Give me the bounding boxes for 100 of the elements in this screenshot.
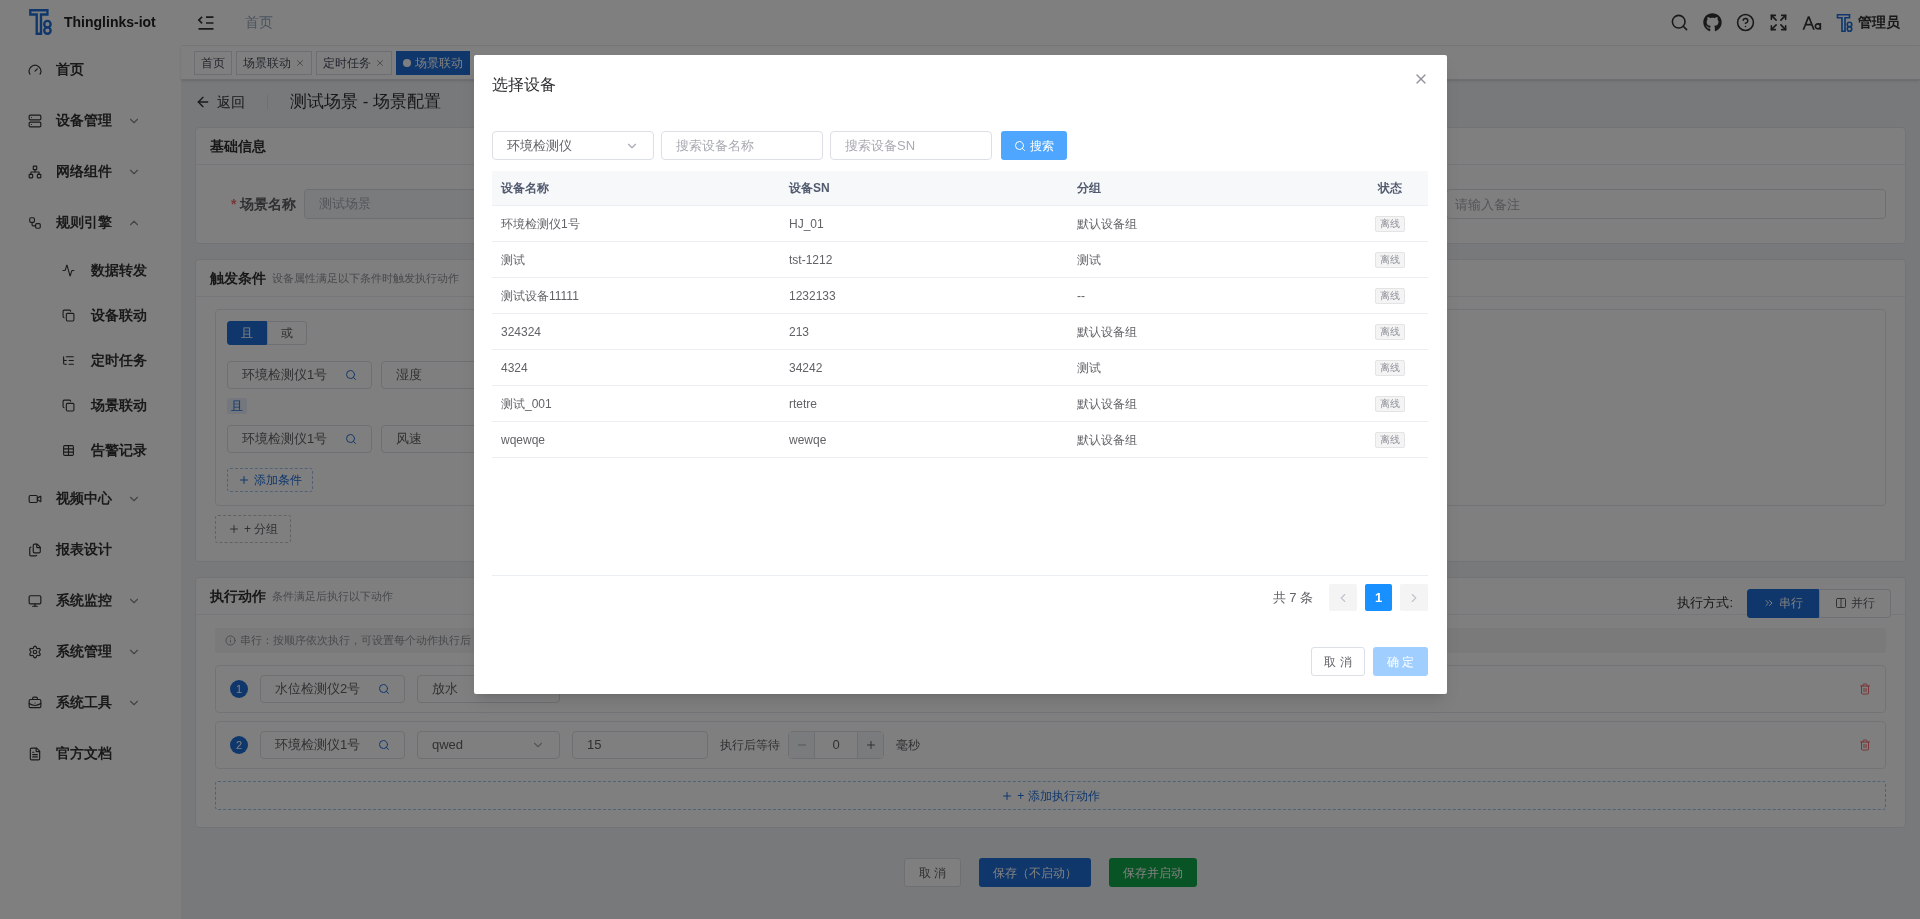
table-cell-text: 213 xyxy=(788,323,811,341)
sidebar-item[interactable]: 定时任务 xyxy=(0,338,181,383)
sidebar-item[interactable]: 首页 xyxy=(0,44,181,95)
table-cell-text: 默认设备组 xyxy=(1076,215,1138,233)
sidebar-item[interactable]: 报表设计 xyxy=(0,524,181,575)
number-stepper[interactable]: 0 xyxy=(788,731,884,759)
text-field[interactable]: 环境检测仪1号 xyxy=(227,361,372,389)
table-cell-text: HJ_01 xyxy=(788,215,825,233)
info-icon xyxy=(225,635,236,646)
save-start-button[interactable]: 保存并启动 xyxy=(1109,858,1198,887)
table-cell-text: 34242 xyxy=(788,359,824,377)
help-icon[interactable] xyxy=(1736,13,1755,32)
text-field[interactable]: 环境检测仪1号 xyxy=(260,731,405,759)
add-condition-button[interactable]: 添加条件 xyxy=(227,468,313,492)
sidebar-item[interactable]: 规则引擎 xyxy=(0,197,181,248)
table-cell-text: 默认设备组 xyxy=(1076,431,1138,449)
text-field[interactable]: 搜索设备名称 xyxy=(661,131,823,160)
server-icon xyxy=(28,113,42,128)
status-tag: 离线 xyxy=(1375,287,1405,304)
close-icon[interactable] xyxy=(375,57,385,68)
text-field[interactable]: 环境检测仪1号 xyxy=(227,425,372,453)
field-label: * 场景名称 xyxy=(231,194,297,214)
search-icon[interactable] xyxy=(1670,13,1689,32)
sidebar-item[interactable]: 设备管理 xyxy=(0,95,181,146)
section-title: 基础信息 xyxy=(210,136,266,156)
close-icon[interactable] xyxy=(295,57,305,68)
table-cell-text: 默认设备组 xyxy=(1076,395,1138,413)
unit-label: 毫秒 xyxy=(896,737,920,754)
page-tab[interactable]: 定时任务 xyxy=(316,50,392,75)
add-group-button[interactable]: + 分组 xyxy=(215,515,292,543)
add-action-button[interactable]: + 添加执行动作 xyxy=(215,781,1886,810)
save-button[interactable]: 保存（不启动） xyxy=(979,858,1092,887)
trash-icon[interactable] xyxy=(1859,683,1871,695)
text-field[interactable]: 搜索设备SN xyxy=(830,131,992,160)
sidebar-item[interactable]: 网络组件 xyxy=(0,146,181,197)
section-title: 触发条件 xyxy=(210,268,266,288)
field-label: 执行方式: xyxy=(1677,594,1733,613)
user-name[interactable]: 管理员 xyxy=(1858,12,1900,33)
settings-icon xyxy=(28,644,42,659)
plus-icon[interactable] xyxy=(857,732,883,758)
search-button[interactable]: 搜索 xyxy=(1001,131,1067,160)
columns-icon xyxy=(1835,597,1847,609)
github-icon[interactable] xyxy=(1703,13,1722,32)
copy-icon xyxy=(62,399,75,412)
search-icon xyxy=(378,683,390,695)
table-cell-text: 测试 xyxy=(1076,359,1102,377)
page-tab[interactable]: 场景联动 xyxy=(236,50,312,75)
table-cell-text: 4324 xyxy=(500,359,529,377)
logic-toggle[interactable]: 且 xyxy=(227,321,267,345)
sidebar-item[interactable]: 官方文档 xyxy=(0,728,181,779)
page-tab[interactable]: 场景联动 xyxy=(396,50,470,75)
minus-icon[interactable] xyxy=(789,732,815,758)
network-icon xyxy=(28,164,42,179)
sidebar-item[interactable]: 系统监控 xyxy=(0,575,181,626)
copy-icon xyxy=(62,309,75,322)
total-count: 共 7 条 xyxy=(1272,588,1313,607)
sidebar-item[interactable]: 告警记录 xyxy=(0,428,181,473)
joiner-tag: 且 xyxy=(227,398,247,414)
sidebar-item[interactable]: 系统工具 xyxy=(0,677,181,728)
brand-name: Thinglinks-iot xyxy=(64,12,156,32)
sidebar-item[interactable]: 视频中心 xyxy=(0,473,181,524)
status-tag: 离线 xyxy=(1375,395,1405,412)
status-tag: 离线 xyxy=(1375,215,1405,232)
cancel-button[interactable]: 取 消 xyxy=(1311,647,1365,676)
tree-list-icon xyxy=(62,354,75,367)
page-button[interactable]: 1 xyxy=(1365,584,1392,611)
plus-icon xyxy=(228,523,240,535)
fullscreen-icon[interactable] xyxy=(1769,13,1788,32)
search-icon xyxy=(378,739,390,751)
status-tag: 离线 xyxy=(1375,323,1405,340)
table-cell-text: 测试 xyxy=(500,251,526,269)
dialog-title: 选择设备 xyxy=(492,75,556,95)
sidebar-item[interactable]: 设备联动 xyxy=(0,293,181,338)
text-field[interactable]: qwed xyxy=(417,731,560,759)
logo-icon xyxy=(1836,11,1854,34)
status-tag: 离线 xyxy=(1375,431,1405,448)
logo-icon xyxy=(28,7,54,37)
step-number: 2 xyxy=(230,736,248,754)
sidebar-item[interactable]: 系统管理 xyxy=(0,626,181,677)
cancel-button[interactable]: 取 消 xyxy=(903,858,962,887)
section-title: 执行动作 xyxy=(210,586,266,606)
document-icon xyxy=(28,746,42,761)
sidebar-item[interactable]: 数据转发 xyxy=(0,248,181,293)
table-cell-text: 测试_001 xyxy=(500,395,553,413)
table-cell-text: rtetre xyxy=(788,395,818,413)
logic-toggle[interactable]: 或 xyxy=(267,321,307,345)
mode-toggle[interactable]: 并行 xyxy=(1819,588,1891,618)
table-cell-text: 测试 xyxy=(1076,251,1102,269)
step-number: 1 xyxy=(230,680,248,698)
table-cell-text: 环境检测仪1号 xyxy=(500,215,581,233)
back-link[interactable]: 返回 xyxy=(195,91,245,113)
status-tag: 离线 xyxy=(1375,251,1405,268)
sidebar-item[interactable]: 场景联动 xyxy=(0,383,181,428)
hierarchy-icon xyxy=(28,215,42,230)
trash-icon[interactable] xyxy=(1859,739,1871,751)
mode-toggle[interactable]: 串行 xyxy=(1747,588,1819,618)
text-field[interactable]: 水位检测仪2号 xyxy=(260,675,405,703)
select-field[interactable]: 环境检测仪 xyxy=(492,131,654,160)
text-field[interactable]: 15 xyxy=(572,731,708,759)
page-tab[interactable]: 首页 xyxy=(194,50,232,75)
